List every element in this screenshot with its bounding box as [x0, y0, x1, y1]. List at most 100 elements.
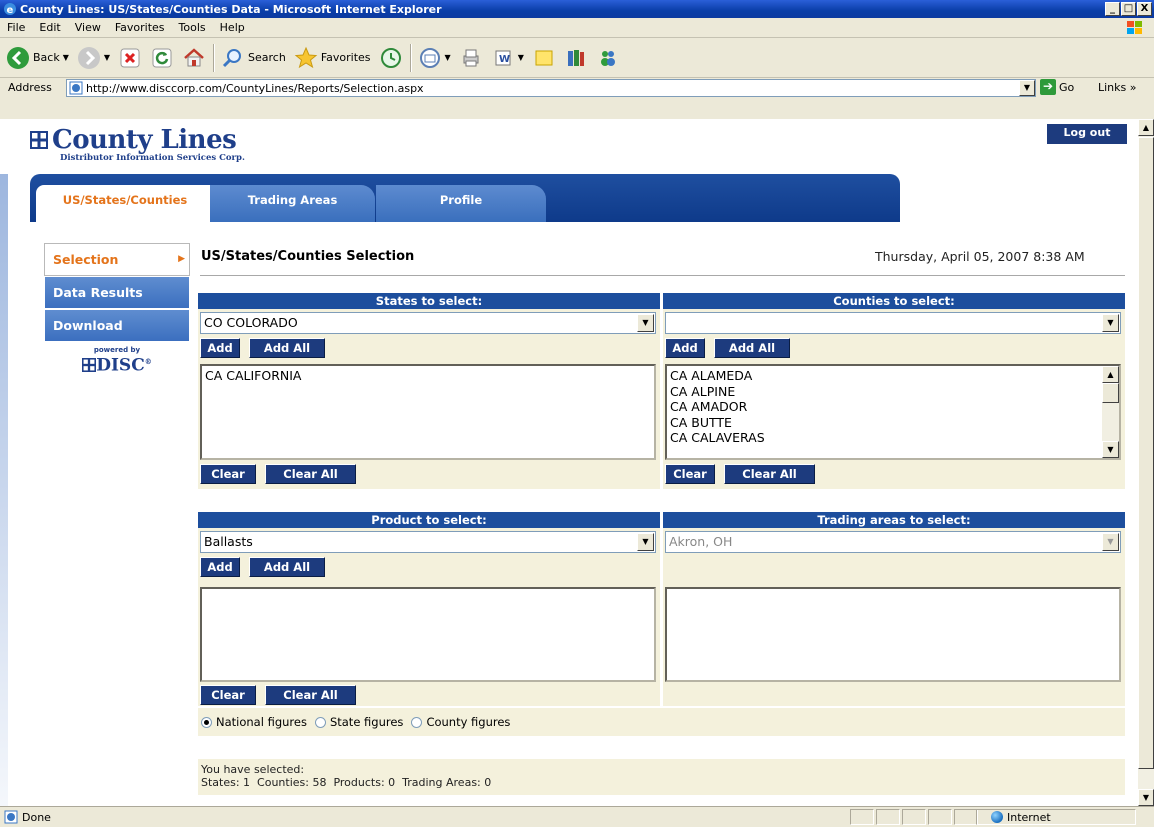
trading-areas-selected-list[interactable]	[665, 587, 1121, 682]
state-figures-label[interactable]: State figures	[330, 715, 403, 729]
maximize-button[interactable]: □	[1121, 2, 1136, 16]
dropdown-arrow-icon[interactable]: ▼	[1102, 533, 1119, 551]
mail-dropdown-icon[interactable]: ▼	[445, 53, 451, 62]
status-panel	[902, 809, 926, 825]
menu-favorites[interactable]: Favorites	[108, 21, 172, 34]
counties-panel: Counties to select: ▼ Add Add All CA ALA…	[663, 293, 1125, 489]
trading-areas-header: Trading areas to select:	[663, 512, 1125, 528]
sidebar-item-data-results[interactable]: Data Results	[44, 276, 190, 309]
minimize-button[interactable]: _	[1105, 2, 1120, 16]
toolbar-separator	[213, 43, 215, 72]
favorites-button[interactable]: Favorites	[290, 42, 375, 74]
counties-select[interactable]: ▼	[665, 312, 1121, 334]
state-figures-radio[interactable]	[314, 716, 326, 728]
menu-file[interactable]: File	[0, 21, 32, 34]
page-done-icon	[4, 810, 18, 824]
address-dropdown-icon[interactable]: ▼	[1019, 80, 1035, 96]
list-item[interactable]: CA BUTTE	[670, 415, 1116, 431]
status-text: Done	[22, 810, 51, 824]
history-button[interactable]	[375, 42, 407, 74]
states-selected-list[interactable]: CA CALIFORNIA	[200, 364, 656, 460]
counties-selected-list[interactable]: CA ALAMEDA CA ALPINE CA AMADOR CA BUTTE …	[665, 364, 1121, 460]
scroll-up-icon[interactable]: ▲	[1102, 366, 1119, 383]
menu-view[interactable]: View	[68, 21, 108, 34]
list-item[interactable]: CA ALAMEDA	[670, 368, 1116, 384]
sidebar-item-download[interactable]: Download	[44, 309, 190, 342]
counties-clear-button[interactable]: Clear	[665, 464, 715, 484]
menu-tools[interactable]: Tools	[172, 21, 213, 34]
page-scrollbar[interactable]: ▲ ▼	[1138, 119, 1154, 806]
disc-logo-icon	[82, 357, 97, 372]
window-title: County Lines: US/States/Counties Data - …	[20, 2, 442, 16]
scroll-thumb[interactable]	[1102, 383, 1119, 403]
page-icon	[69, 81, 83, 95]
states-select[interactable]: CO COLORADO ▼	[200, 312, 656, 334]
edit-dropdown-icon[interactable]: ▼	[518, 53, 524, 62]
county-lines-logo: County Lines Distributor Information Ser…	[30, 127, 245, 163]
counties-list-scrollbar[interactable]: ▲ ▼	[1102, 366, 1119, 458]
list-item[interactable]: CA AMADOR	[670, 399, 1116, 415]
go-button[interactable]: ➔ Go	[1040, 79, 1074, 95]
national-figures-radio[interactable]	[201, 716, 212, 728]
stop-button[interactable]	[114, 42, 146, 74]
product-clear-all-button[interactable]: Clear All	[265, 685, 356, 705]
product-add-button[interactable]: Add	[200, 557, 240, 577]
back-button[interactable]: Back ▼	[2, 42, 73, 74]
internet-explorer-icon: e	[4, 3, 16, 16]
counties-add-all-button[interactable]: Add All	[714, 338, 790, 358]
national-figures-label[interactable]: National figures	[216, 715, 307, 729]
refresh-button[interactable]	[146, 42, 178, 74]
trading-areas-select[interactable]: Akron, OH ▼	[665, 531, 1121, 553]
product-select[interactable]: Ballasts ▼	[200, 531, 656, 553]
tab-trading-areas[interactable]: Trading Areas	[210, 185, 375, 222]
forward-dropdown-icon[interactable]: ▼	[104, 53, 110, 62]
logout-button[interactable]: Log out	[1047, 124, 1127, 144]
list-item[interactable]: CA ALPINE	[670, 384, 1116, 400]
counties-add-button[interactable]: Add	[665, 338, 705, 358]
scroll-thumb[interactable]	[1138, 137, 1154, 769]
product-clear-button[interactable]: Clear	[200, 685, 256, 705]
search-button[interactable]: Search	[217, 42, 290, 74]
states-clear-all-button[interactable]: Clear All	[265, 464, 356, 484]
menu-help[interactable]: Help	[213, 21, 252, 34]
scroll-up-icon[interactable]: ▲	[1138, 119, 1154, 136]
go-arrow-icon: ➔	[1040, 79, 1056, 95]
globe-icon	[991, 811, 1003, 823]
print-button[interactable]	[455, 42, 487, 74]
counties-clear-all-button[interactable]: Clear All	[724, 464, 815, 484]
states-add-all-button[interactable]: Add All	[249, 338, 325, 358]
product-add-all-button[interactable]: Add All	[249, 557, 325, 577]
research-button[interactable]	[560, 42, 592, 74]
back-arrow-icon	[7, 46, 29, 69]
tab-us-states-counties[interactable]: US/States/Counties	[36, 185, 214, 222]
county-figures-label[interactable]: County figures	[426, 715, 510, 729]
forward-button[interactable]: ▼	[73, 42, 114, 74]
mail-button[interactable]: ▼	[414, 42, 455, 74]
home-button[interactable]	[178, 42, 210, 74]
list-item[interactable]: CA CALAVERAS	[670, 430, 1116, 446]
note-icon	[535, 50, 553, 65]
address-input[interactable]: http://www.disccorp.com/CountyLines/Repo…	[66, 79, 1036, 97]
county-figures-radio[interactable]	[411, 716, 423, 728]
edit-button[interactable]: W ▼	[487, 42, 528, 74]
scroll-down-icon[interactable]: ▼	[1138, 789, 1154, 806]
close-button[interactable]: X	[1137, 2, 1152, 16]
sidebar-item-selection[interactable]: Selection ▶	[44, 243, 190, 276]
dropdown-arrow-icon[interactable]: ▼	[1102, 314, 1119, 332]
links-button[interactable]: Links »	[1098, 81, 1137, 94]
sidebar-item-label: Download	[53, 318, 123, 333]
states-clear-button[interactable]: Clear	[200, 464, 256, 484]
dropdown-arrow-icon[interactable]: ▼	[637, 533, 654, 551]
tab-profile[interactable]: Profile	[376, 185, 546, 222]
messenger-button[interactable]	[592, 42, 624, 74]
list-item[interactable]: CA CALIFORNIA	[205, 368, 651, 384]
links-label: Links	[1098, 81, 1127, 94]
menu-edit[interactable]: Edit	[32, 21, 67, 34]
product-selected-list[interactable]	[200, 587, 656, 682]
back-dropdown-icon[interactable]: ▼	[63, 53, 69, 62]
window-titlebar: e County Lines: US/States/Counties Data …	[0, 0, 1154, 18]
states-add-button[interactable]: Add	[200, 338, 240, 358]
discuss-button[interactable]	[528, 42, 560, 74]
scroll-down-icon[interactable]: ▼	[1102, 441, 1119, 458]
dropdown-arrow-icon[interactable]: ▼	[637, 314, 654, 332]
